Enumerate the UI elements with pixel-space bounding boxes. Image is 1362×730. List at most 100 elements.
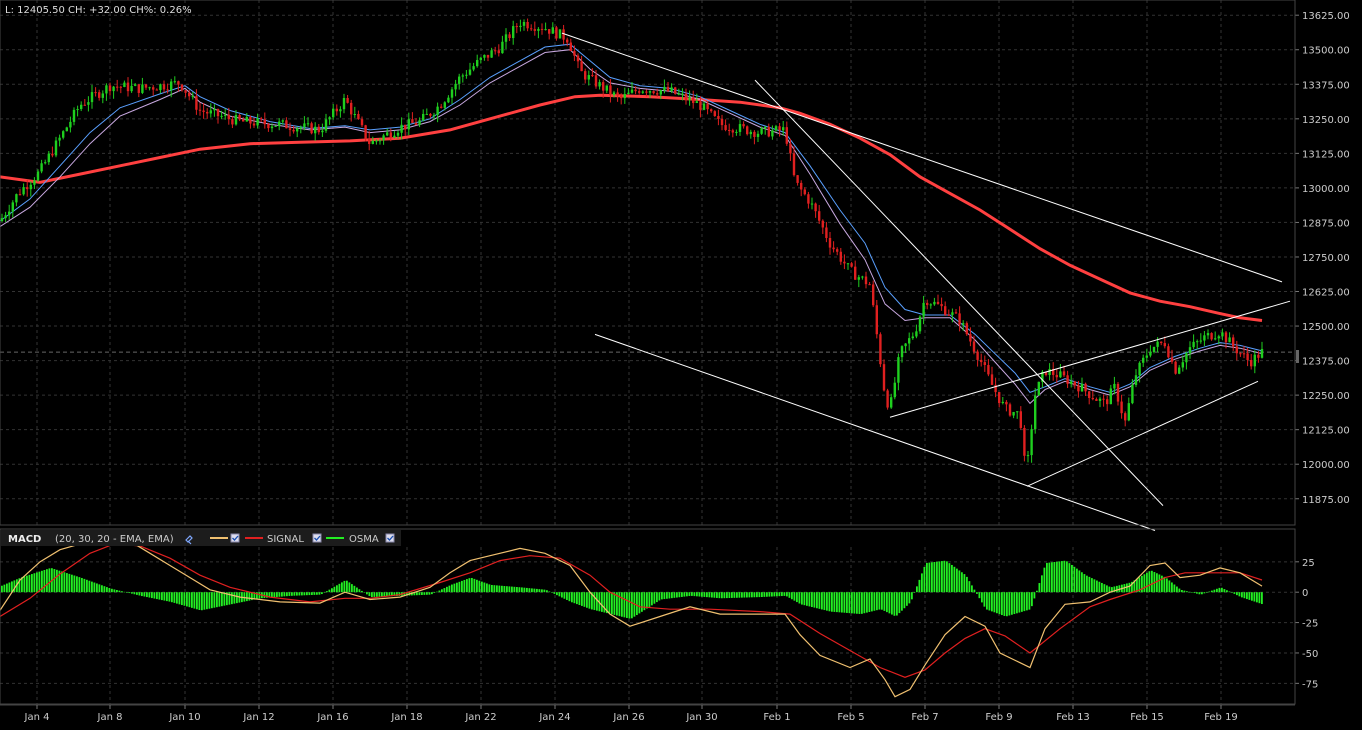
candle-body [191, 96, 194, 98]
osma-bar [206, 592, 208, 610]
candle-body [998, 392, 1001, 403]
candle-body [537, 28, 540, 31]
candle-body [954, 312, 958, 314]
osma-bar [1053, 561, 1056, 593]
candle-body [965, 323, 968, 335]
candle-body [792, 153, 796, 176]
macd-title: MACD [8, 534, 41, 545]
candle-body [98, 92, 101, 98]
candle-body [501, 41, 504, 54]
candle-body [1037, 381, 1040, 396]
candle-body [821, 220, 824, 228]
osma-bar [351, 584, 353, 593]
candle-body [281, 120, 284, 122]
last-price-marker [1296, 350, 1299, 363]
osma-bar [1193, 592, 1196, 594]
osma-bar [671, 592, 673, 599]
osma-bar [1043, 567, 1046, 593]
candle-body [875, 305, 878, 335]
osma-bar [1091, 578, 1093, 593]
candle-body [828, 237, 832, 248]
date-tick-label: Jan 4 [24, 712, 50, 723]
osma-bar [1208, 591, 1211, 593]
osma-bar [1171, 582, 1173, 593]
osma-bar [151, 592, 153, 599]
osma-bar [66, 573, 68, 593]
candle-body [324, 119, 328, 131]
osma-bar [471, 577, 473, 593]
date-tick-label: Feb 13 [1056, 712, 1090, 723]
candle-body [76, 109, 79, 111]
osma-bar [198, 592, 201, 610]
candle-body [620, 95, 623, 99]
candle-body [558, 29, 562, 39]
candle-body [731, 130, 734, 133]
candle-body [274, 125, 277, 127]
osma-bar [328, 589, 331, 593]
osma-bar [428, 592, 431, 595]
candle-body [461, 75, 464, 77]
chart-root: 11875.00 12000.00 12125.00 12250.00 12375.00… [0, 0, 1362, 730]
osma-bar [721, 592, 723, 599]
candle-body [44, 162, 47, 164]
date-tick-label: Feb 19 [1204, 712, 1238, 723]
candle-body [242, 119, 245, 122]
osma-bar [891, 592, 893, 615]
candle-body [8, 211, 11, 216]
candle-body [609, 85, 612, 95]
osma-bar [28, 574, 31, 593]
osma-bar [936, 561, 938, 593]
candle-body [26, 187, 29, 190]
osma-bar [661, 592, 663, 600]
osma-bar [963, 574, 966, 593]
osma-bar [271, 592, 273, 598]
candle-body [1008, 404, 1012, 416]
signal-visibility-checkbox[interactable] [312, 533, 322, 543]
osma-bar [506, 586, 508, 593]
macd-visibility-checkbox[interactable] [230, 533, 240, 543]
osma-bar [728, 592, 731, 599]
osma-bar [583, 592, 586, 607]
candle-body [504, 34, 508, 42]
osma-bar [1013, 592, 1016, 615]
candle-body [123, 82, 126, 87]
candle-body [310, 123, 313, 134]
candle-body [58, 137, 61, 141]
candle-body [674, 87, 677, 94]
osma-bar [568, 592, 571, 602]
osma-bar [191, 592, 193, 608]
candle-body [18, 194, 22, 196]
osma-bar [133, 592, 136, 595]
candle-body [386, 132, 389, 136]
quote-readout: L: 12405.50 CH: +32.00 CH%: 0.26% [5, 5, 192, 16]
osma-bar [273, 592, 276, 598]
candle-body [342, 98, 346, 110]
osma-bar [1066, 561, 1068, 593]
osma-bar [1228, 591, 1231, 593]
osma-bar [523, 587, 526, 593]
candle-body [425, 113, 428, 115]
candle-body [990, 374, 994, 385]
candle-body [846, 263, 850, 265]
candle-body [40, 163, 43, 172]
candle-body [22, 187, 25, 195]
osma-bar [853, 592, 856, 614]
osma-bar [838, 592, 841, 613]
osma-bar [1186, 591, 1188, 593]
osma-bar [313, 592, 316, 595]
candle-body [1199, 340, 1202, 342]
osma-bar [576, 592, 578, 605]
osma-bar [438, 590, 441, 593]
osma-bar [538, 589, 541, 593]
date-tick-label: Jan 26 [612, 712, 644, 723]
osma-bar [201, 592, 203, 611]
osma-bar [116, 590, 118, 593]
osma-bar [493, 585, 496, 593]
osma-visibility-checkbox[interactable] [385, 533, 395, 543]
candle-body [825, 227, 828, 238]
candle-body [555, 27, 558, 39]
candle-body [173, 81, 176, 83]
candle-body [756, 133, 760, 137]
osma-bar [166, 592, 168, 602]
candle-body [112, 86, 115, 92]
